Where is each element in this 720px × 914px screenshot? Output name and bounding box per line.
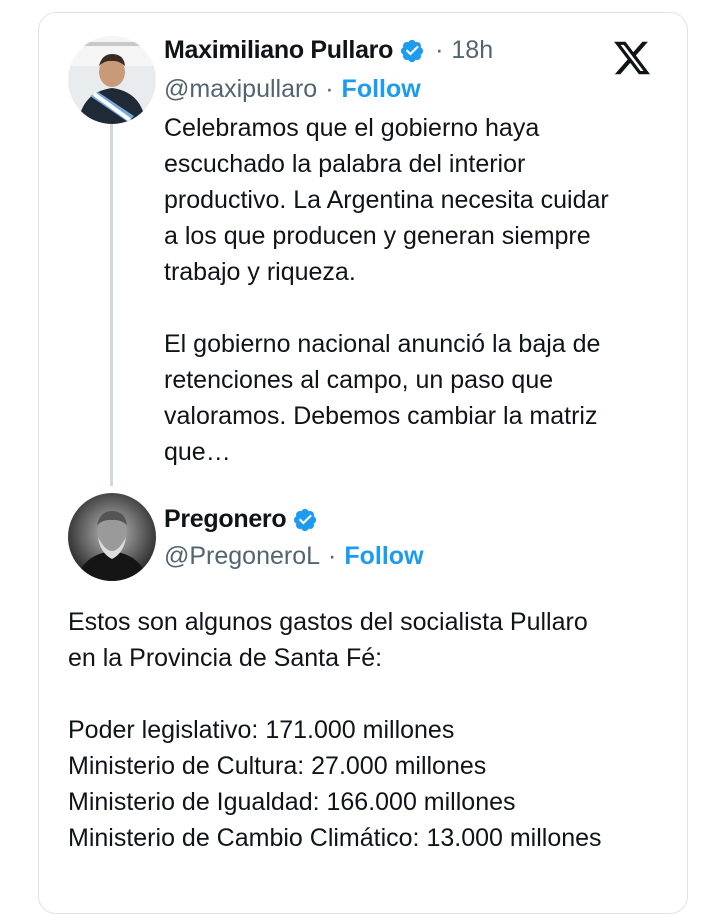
text-line: valoramos. Debemos cambiar la matriz bbox=[164, 402, 598, 430]
x-logo-icon[interactable] bbox=[612, 38, 652, 78]
verified-badge-icon bbox=[400, 39, 424, 62]
author-name[interactable]: Maximiliano Pullaro bbox=[164, 36, 393, 65]
text-line: retenciones al campo, un paso que bbox=[164, 366, 554, 394]
tweet2-text: Estos son algunos gastos del socialista … bbox=[68, 604, 602, 856]
text-line: El gobierno nacional anunció la baja de bbox=[164, 330, 601, 358]
avatar-photo bbox=[68, 36, 156, 124]
author-handle[interactable]: @maxipullaro bbox=[164, 75, 317, 104]
text-line: Celebramos que el gobierno haya bbox=[164, 114, 540, 142]
tweet1-handle-row: @maxipullaro · Follow bbox=[164, 75, 421, 104]
separator-dot: · bbox=[325, 75, 334, 103]
text-line: que… bbox=[164, 438, 231, 466]
verified-badge-icon bbox=[294, 508, 317, 531]
follow-button[interactable]: Follow bbox=[344, 542, 423, 571]
thread-connector bbox=[110, 124, 113, 486]
text-line: Ministerio de Cambio Climático: 13.000 m… bbox=[68, 824, 602, 852]
text-line: Ministerio de Igualdad: 166.000 millones bbox=[68, 788, 516, 816]
text-line: Poder legislativo: 171.000 millones bbox=[68, 716, 455, 744]
tweet2-handle-row: @PregoneroL · Follow bbox=[164, 542, 424, 571]
text-line: trabajo y riqueza. bbox=[164, 258, 356, 286]
paragraph: Estos son algunos gastos del socialista … bbox=[68, 604, 602, 676]
paragraph: Poder legislativo: 171.000 millones Mini… bbox=[68, 712, 602, 856]
text-line: Estos son algunos gastos del socialista … bbox=[68, 608, 588, 636]
avatar-photo bbox=[68, 493, 156, 581]
text-line: Ministerio de Cultura: 27.000 millones bbox=[68, 752, 487, 780]
text-line: en la Provincia de Santa Fé: bbox=[68, 644, 383, 672]
avatar[interactable] bbox=[68, 36, 156, 124]
author-name[interactable]: Pregonero bbox=[164, 505, 287, 534]
tweet2-header: Pregonero bbox=[164, 505, 318, 534]
text-line: escuchado la palabra del interior bbox=[164, 150, 526, 178]
author-handle[interactable]: @PregoneroL bbox=[164, 542, 320, 571]
paragraph: Celebramos que el gobierno haya escuchad… bbox=[164, 110, 609, 290]
tweet1-header: Maximiliano Pullaro · 18h bbox=[164, 36, 493, 65]
text-line: productivo. La Argentina necesita cuidar bbox=[164, 186, 609, 214]
avatar[interactable] bbox=[68, 493, 156, 581]
text-line: a los que producen y generan siempre bbox=[164, 222, 591, 250]
separator-dot: · bbox=[435, 36, 444, 64]
paragraph: El gobierno nacional anunció la baja de … bbox=[164, 326, 609, 470]
timestamp[interactable]: 18h bbox=[451, 36, 493, 65]
follow-button[interactable]: Follow bbox=[342, 75, 421, 104]
separator-dot: · bbox=[328, 542, 337, 570]
tweet1-text: Celebramos que el gobierno haya escuchad… bbox=[164, 110, 609, 470]
